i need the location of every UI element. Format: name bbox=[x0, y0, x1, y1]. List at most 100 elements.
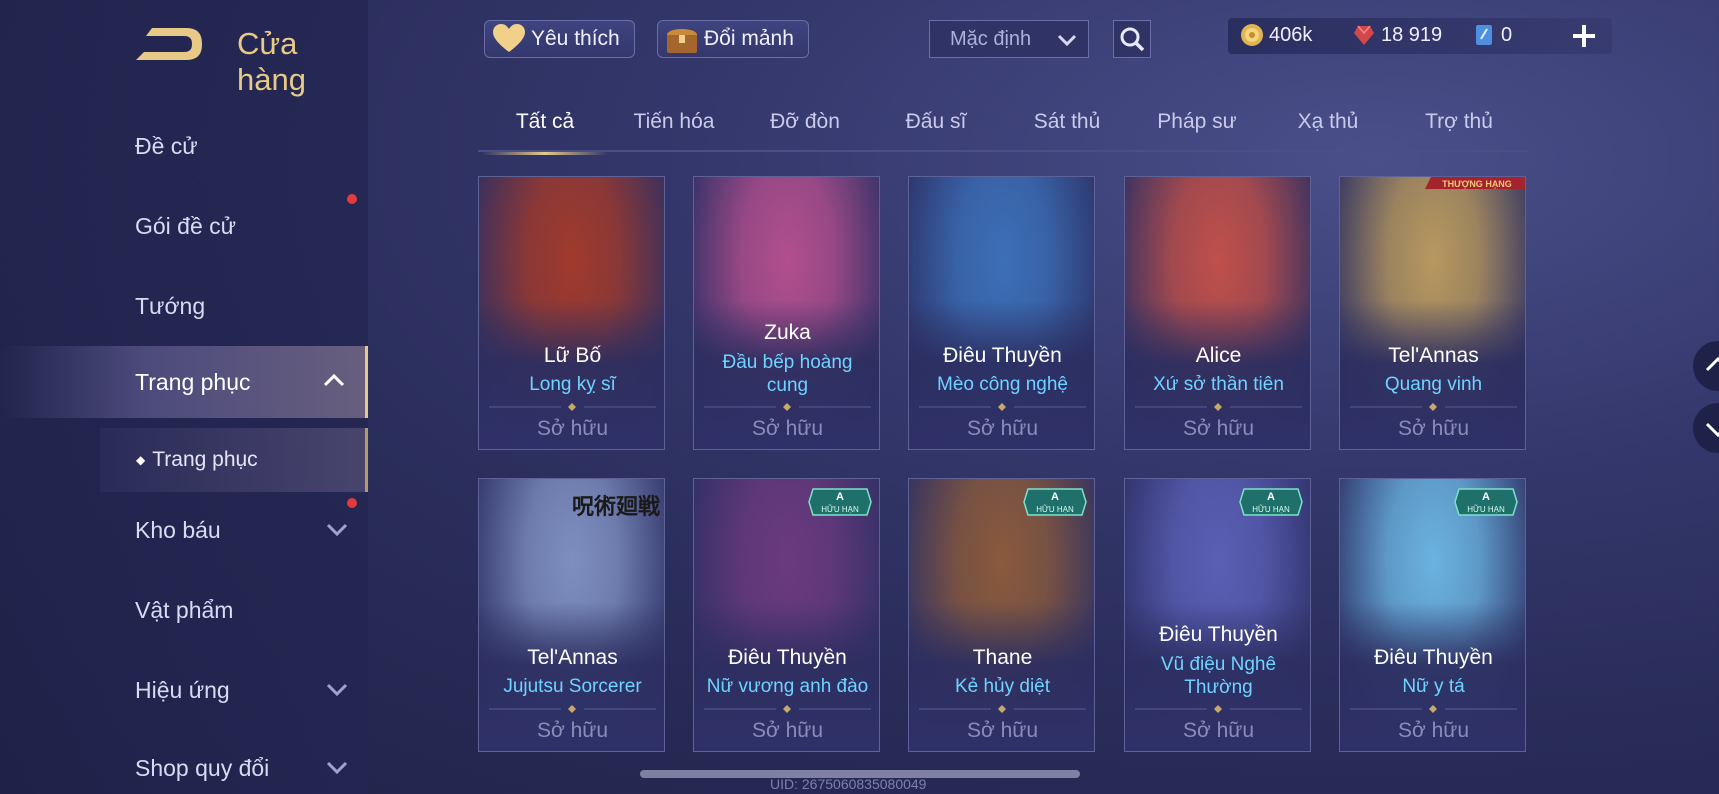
chevron-up-icon bbox=[323, 373, 345, 387]
tab-label: Đỡ đòn bbox=[770, 110, 840, 133]
chevron-up-icon bbox=[1705, 356, 1719, 372]
ornament-divider bbox=[704, 705, 871, 713]
tab-evolution[interactable]: Tiến hóa bbox=[611, 110, 737, 150]
tab-all[interactable]: Tất cả bbox=[482, 110, 608, 155]
sidebar-item-heroes[interactable]: Tướng bbox=[0, 270, 368, 342]
chevron-down-icon bbox=[1705, 422, 1719, 438]
owned-status: Sở hữu bbox=[1182, 417, 1255, 440]
limited-badge-icon: A HỮU HẠN bbox=[1023, 488, 1087, 516]
skin-card[interactable]: Điêu Thuyền Mèo công nghệ Sở hữu bbox=[908, 176, 1095, 450]
skin-name: Nữ y tá bbox=[1402, 676, 1465, 697]
premium-ribbon-icon: THƯỢNG HẠNG bbox=[1425, 177, 1525, 189]
hero-name: Alice bbox=[1195, 344, 1242, 367]
skin-name: Jujutsu Sorcerer bbox=[503, 676, 642, 697]
tab-label: Sát thủ bbox=[1033, 110, 1101, 133]
sidebar-item-recommended[interactable]: Đề cử bbox=[0, 110, 368, 182]
owned-status: Sở hữu bbox=[966, 719, 1039, 742]
sidebar-item-items[interactable]: Vật phẩm bbox=[0, 574, 368, 646]
search-icon bbox=[1120, 27, 1145, 52]
sidebar-item-label: Gói đề cử bbox=[135, 212, 237, 239]
tab-label: Trợ thủ bbox=[1425, 110, 1493, 133]
gold-balance: 406k bbox=[1240, 23, 1312, 47]
sidebar-item-label: Trang phục bbox=[135, 368, 251, 395]
badge-text: HỮU HẠN bbox=[1252, 505, 1290, 514]
tab-assassin[interactable]: Sát thủ bbox=[1004, 110, 1130, 150]
skin-card[interactable]: Thane Kẻ hủy diệt Sở hữu A HỮU HẠN bbox=[908, 478, 1095, 752]
tab-label: Đấu sĩ bbox=[905, 110, 967, 133]
add-currency-icon[interactable] bbox=[1568, 18, 1600, 54]
scroll-up-button[interactable] bbox=[1693, 341, 1719, 391]
skin-card[interactable]: Điêu Thuyền Nữ y tá Sở hữu A HỮU HẠN bbox=[1339, 478, 1526, 752]
skin-card[interactable]: Alice Xứ sở thần tiên Sở hữu bbox=[1124, 176, 1311, 450]
sidebar-item-exchange-shop[interactable]: Shop quy đổi bbox=[0, 732, 368, 794]
sort-dropdown[interactable]: Mặc định bbox=[929, 20, 1089, 58]
back-arrow-icon[interactable] bbox=[134, 24, 206, 64]
search-button[interactable] bbox=[1113, 20, 1151, 58]
badge-grade: A bbox=[1482, 491, 1490, 503]
skin-card[interactable]: Tel'Annas Quang vinh Sở hữu THƯỢNG HẠNG bbox=[1339, 176, 1526, 450]
skin-card[interactable]: Điêu Thuyền Vũ điệu Nghê Thường Sở hữu A HỮU… bbox=[1124, 478, 1311, 752]
tab-fighter[interactable]: Đấu sĩ bbox=[873, 110, 999, 150]
sidebar-item-label: Hiệu ứng bbox=[135, 676, 230, 703]
user-id: UID: 2675060835080049 bbox=[770, 776, 927, 792]
notification-dot bbox=[347, 498, 357, 508]
treasure-chest-icon bbox=[667, 29, 697, 53]
skin-card[interactable]: Zuka Đầu bếp hoàng cung Sở hữu bbox=[693, 176, 880, 450]
sidebar-item-treasure[interactable]: Kho báu bbox=[0, 494, 368, 566]
skin-card[interactable]: Điêu Thuyền Nữ vương anh đào Sở hữu A HỮU HẠ… bbox=[693, 478, 880, 752]
ornament-divider bbox=[1135, 403, 1302, 411]
ornament-divider bbox=[919, 705, 1086, 713]
ornament-divider bbox=[1350, 705, 1517, 713]
limited-badge-icon: A HỮU HẠN bbox=[1454, 488, 1518, 516]
sort-value: Mặc định bbox=[950, 27, 1032, 50]
owned-status: Sở hữu bbox=[751, 719, 824, 742]
badge-grade: A bbox=[1051, 491, 1059, 503]
sidebar-item-label: Kho báu bbox=[135, 516, 221, 543]
blue-card-icon bbox=[1476, 25, 1492, 45]
skin-name: Nữ vương anh đào bbox=[706, 676, 869, 697]
skin-card[interactable]: Tel'Annas Jujutsu Sorcerer Sở hữu 呪術廻戦 bbox=[478, 478, 665, 752]
favorites-button[interactable]: Yêu thích bbox=[484, 20, 635, 58]
sidebar-item-recommended-bundles[interactable]: Gói đề cử bbox=[0, 190, 368, 262]
skin-name: Xứ sở thần tiên bbox=[1153, 374, 1284, 395]
sidebar-subitem-skins[interactable]: ◆ Trang phục bbox=[100, 428, 368, 492]
badge-text: HỮU HẠN bbox=[1467, 505, 1505, 514]
sidebar-item-label: Tướng bbox=[135, 292, 206, 319]
owned-status: Sở hữu bbox=[536, 417, 609, 440]
red-gem-icon bbox=[1354, 25, 1374, 45]
gold-amount: 406k bbox=[1269, 23, 1313, 46]
hero-name: Điêu Thuyền bbox=[1159, 623, 1278, 646]
ornament-divider bbox=[919, 403, 1086, 411]
collab-logo: 呪術廻戦 bbox=[571, 495, 660, 520]
owned-status: Sở hữu bbox=[966, 417, 1039, 440]
skin-name: Đầu bếp hoàng cung bbox=[722, 352, 853, 396]
owned-status: Sở hữu bbox=[1397, 417, 1470, 440]
scroll-down-button[interactable] bbox=[1693, 403, 1719, 453]
chevron-down-icon bbox=[1057, 34, 1077, 47]
sidebar-item-skins[interactable]: Trang phục bbox=[0, 346, 368, 418]
tab-support[interactable]: Trợ thủ bbox=[1396, 110, 1522, 150]
badge-text: HỮU HẠN bbox=[1036, 505, 1074, 514]
chevron-down-icon bbox=[326, 683, 348, 697]
limited-badge-icon: A HỮU HẠN bbox=[1239, 488, 1303, 516]
tab-marksman[interactable]: Xạ thủ bbox=[1265, 110, 1391, 150]
tab-tank[interactable]: Đỡ đòn bbox=[742, 110, 868, 150]
owned-status: Sở hữu bbox=[536, 719, 609, 742]
chevron-down-icon bbox=[326, 761, 348, 775]
sidebar-item-effects[interactable]: Hiệu ứng bbox=[0, 654, 368, 726]
tab-label: Pháp sư bbox=[1157, 110, 1237, 133]
exchange-fragments-button[interactable]: Đổi mảnh bbox=[657, 20, 809, 58]
skin-name: Quang vinh bbox=[1384, 374, 1483, 395]
hero-name: Điêu Thuyền bbox=[728, 646, 847, 669]
heart-icon bbox=[493, 24, 525, 52]
page-title: Cửa hàng bbox=[237, 26, 306, 97]
skin-card[interactable]: Lữ Bố Long kỵ sĩ Sở hữu bbox=[478, 176, 665, 450]
exchange-fragments-label: Đổi mảnh bbox=[704, 27, 794, 50]
ornament-divider bbox=[489, 403, 656, 411]
owned-status: Sở hữu bbox=[751, 417, 824, 440]
limited-badge-icon: A HỮU HẠN bbox=[808, 488, 872, 516]
owned-status: Sở hữu bbox=[1397, 719, 1470, 742]
token-balance: 0 bbox=[1472, 23, 1512, 47]
tab-mage[interactable]: Pháp sư bbox=[1134, 110, 1260, 150]
sidebar: Cửa hàng Đề cử Gói đề cử Tướng Trang phụ… bbox=[0, 0, 368, 794]
